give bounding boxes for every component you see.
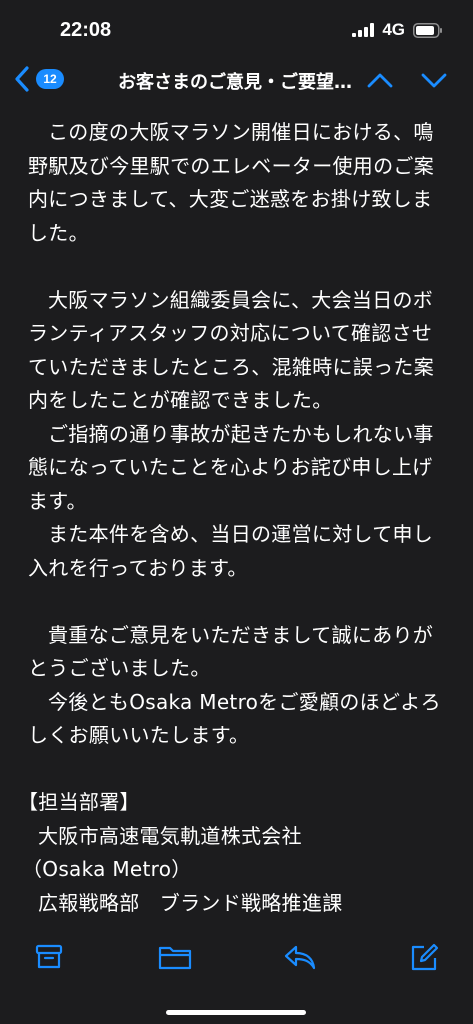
archive-icon[interactable] bbox=[34, 942, 64, 972]
message-body: この度の大阪マラソン開催日における、鳴野駅及び今里駅でのエレベーター使用のご案内… bbox=[28, 116, 448, 932]
battery-icon bbox=[413, 22, 443, 38]
nav-bar: 12 お客さまのご意見・ご要望について bbox=[0, 60, 473, 106]
back-button[interactable]: 12 bbox=[14, 65, 64, 93]
body-paragraph: ご指摘の通り事故が起きたかもしれない事態になっていたことを心よりお詫び申し上げま… bbox=[28, 421, 434, 513]
back-chevron-icon bbox=[14, 65, 30, 93]
body-paragraph: この度の大阪マラソン開催日における、鳴野駅及び今里駅でのエレベーター使用のご案内… bbox=[28, 120, 434, 245]
compose-icon[interactable] bbox=[408, 942, 440, 974]
chevron-up-icon[interactable] bbox=[366, 70, 394, 94]
folder-icon[interactable] bbox=[157, 942, 193, 972]
body-paragraph: 大阪マラソン組織委員会に、大会当日のボランティアスタッフの対応について確認させて… bbox=[28, 287, 434, 413]
network-label: 4G bbox=[382, 20, 405, 39]
company-name-en: （Osaka Metro） bbox=[28, 857, 192, 881]
message-subject: お客さまのご意見・ご要望について bbox=[118, 72, 356, 93]
body-paragraph: また本件を含め、当日の運営に対して申し入れを行っております。 bbox=[28, 522, 434, 580]
home-indicator bbox=[166, 1010, 306, 1015]
company-name: 大阪市高速電気軌道株式会社 bbox=[38, 823, 302, 848]
body-paragraph: 貴重なご意見をいただきまして誠にありがとうございました。 bbox=[28, 622, 434, 681]
department-heading: 【担当部署】 bbox=[28, 790, 140, 814]
signal-icon bbox=[352, 23, 375, 37]
status-bar: 22:08 4G bbox=[0, 0, 473, 60]
division-name: 広報戦略部 ブランド戦略推進課 bbox=[38, 890, 343, 915]
status-indicators: 4G bbox=[352, 20, 443, 40]
status-time: 22:08 bbox=[60, 19, 112, 41]
chevron-down-icon[interactable] bbox=[420, 70, 448, 94]
department-block: 【担当部署】 大阪市高速電気軌道株式会社 （Osaka Metro） 広報戦略部… bbox=[28, 786, 448, 920]
reply-icon[interactable] bbox=[282, 942, 318, 972]
body-paragraph: 今後ともOsaka Metroをご愛顧のほどよろしくお願いいたします。 bbox=[28, 689, 441, 748]
unread-badge: 12 bbox=[36, 69, 64, 89]
